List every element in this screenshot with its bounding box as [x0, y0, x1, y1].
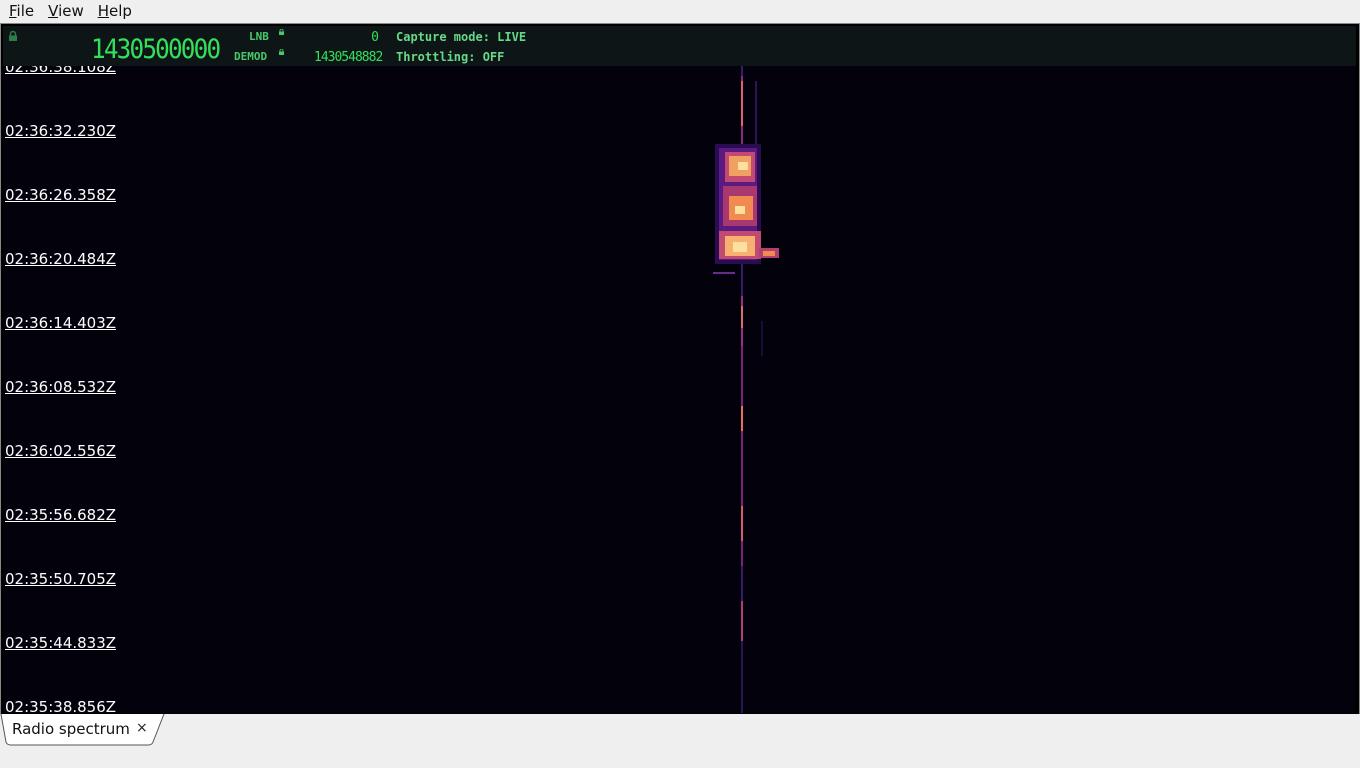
main-frame: 1430500000 LNB 0 DEMOD 1430548882 Captur… [0, 23, 1360, 715]
timestamp-label: 02:36:32.230Z [5, 122, 117, 140]
timestamp-label: 02:36:26.358Z [5, 186, 117, 204]
throttling-status: Throttling: OFF [396, 50, 505, 64]
timestamp-label: 02:36:14.403Z [5, 314, 117, 332]
timestamp-label: 02:35:38.856Z [5, 698, 117, 713]
demod-label: DEMOD [234, 50, 268, 63]
timestamp-label: 02:35:56.682Z [5, 506, 117, 524]
menu-help[interactable]: Help [93, 0, 137, 22]
lnb-lock-icon[interactable] [279, 29, 284, 35]
lock-icon[interactable] [8, 31, 18, 41]
timestamp-label: 02:36:02.556Z [5, 442, 117, 460]
waterfall-signal-graphic [713, 66, 779, 713]
timestamp-label: 02:36:20.484Z [5, 250, 117, 268]
capture-mode-status: Capture mode: LIVE [396, 30, 527, 44]
menu-view[interactable]: View [43, 0, 89, 22]
timestamp-label: 02:35:50.705Z [5, 570, 117, 588]
close-icon[interactable]: × [136, 720, 148, 736]
menu-file[interactable]: File [4, 0, 39, 22]
tab-label: Radio spectrum [12, 720, 130, 738]
timestamp-label: 02:36:08.532Z [5, 378, 117, 396]
lnb-label: LNB [249, 30, 269, 43]
lnb-frequency-value[interactable]: 0 [371, 30, 379, 45]
tab-radio-spectrum[interactable]: Radio spectrum × [0, 714, 170, 746]
frequency-header: 1430500000 LNB 0 DEMOD 1430548882 Captur… [3, 26, 1356, 66]
spectrum-waterfall[interactable]: 02:36:38.108Z 02:36:32.230Z 02:36:26.358… [3, 66, 1356, 713]
tab-bar: Radio spectrum × [0, 714, 1360, 768]
menu-bar: File View Help [0, 0, 1360, 22]
center-frequency-display[interactable]: 1430500000 [91, 35, 221, 65]
timestamp-label: 02:35:44.833Z [5, 634, 117, 652]
timestamp-label: 02:36:38.108Z [5, 66, 117, 76]
demod-frequency-value[interactable]: 1430548882 [314, 50, 383, 65]
demod-lock-icon[interactable] [279, 49, 284, 55]
